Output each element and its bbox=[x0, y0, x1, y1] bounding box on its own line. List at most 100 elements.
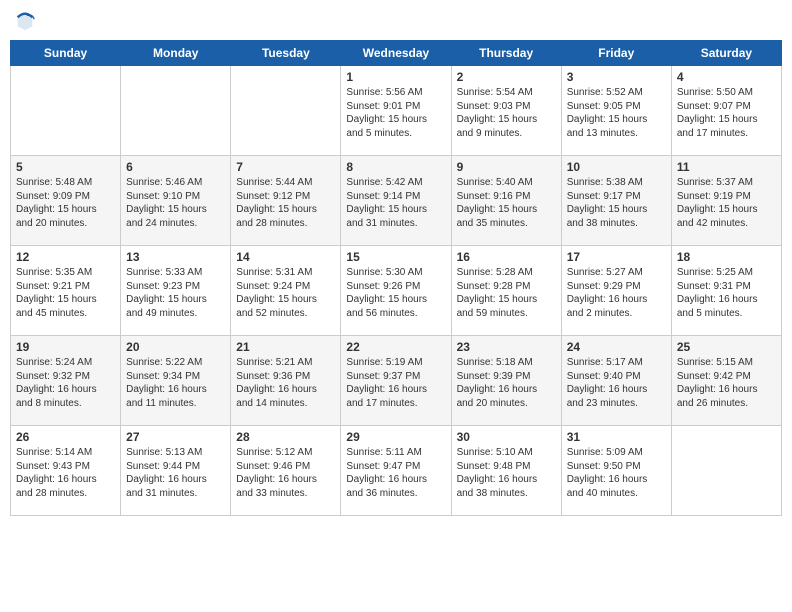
calendar-cell: 28Sunrise: 5:12 AM Sunset: 9:46 PM Dayli… bbox=[231, 426, 341, 516]
day-info: Sunrise: 5:33 AM Sunset: 9:23 PM Dayligh… bbox=[126, 266, 225, 320]
day-number: 6 bbox=[126, 160, 225, 174]
day-info: Sunrise: 5:37 AM Sunset: 9:19 PM Dayligh… bbox=[677, 176, 776, 230]
day-number: 23 bbox=[457, 340, 556, 354]
day-number: 1 bbox=[346, 70, 445, 84]
day-number: 7 bbox=[236, 160, 335, 174]
calendar-cell: 3Sunrise: 5:52 AM Sunset: 9:05 PM Daylig… bbox=[561, 66, 671, 156]
calendar-cell: 16Sunrise: 5:28 AM Sunset: 9:28 PM Dayli… bbox=[451, 246, 561, 336]
day-info: Sunrise: 5:56 AM Sunset: 9:01 PM Dayligh… bbox=[346, 86, 445, 140]
day-number: 9 bbox=[457, 160, 556, 174]
calendar-cell: 2 Sunrise: 5:54 AM Sunset: 9:03 PM Daylig… bbox=[451, 66, 561, 156]
day-number: 26 bbox=[16, 430, 115, 444]
day-info: Sunrise: 5:30 AM Sunset: 9:26 PM Dayligh… bbox=[346, 266, 445, 320]
page-header bbox=[10, 10, 782, 32]
calendar-cell: 7Sunrise: 5:44 AM Sunset: 9:12 PM Daylig… bbox=[231, 156, 341, 246]
day-header-saturday: Saturday bbox=[671, 41, 781, 66]
calendar-cell: 22Sunrise: 5:19 AM Sunset: 9:37 PM Dayli… bbox=[341, 336, 451, 426]
day-info: Sunrise: 5:27 AM Sunset: 9:29 PM Dayligh… bbox=[567, 266, 666, 320]
day-info: Sunrise: 5:40 AM Sunset: 9:16 PM Dayligh… bbox=[457, 176, 556, 230]
day-number: 27 bbox=[126, 430, 225, 444]
day-info: Sunrise: 5:22 AM Sunset: 9:34 PM Dayligh… bbox=[126, 356, 225, 410]
day-number: 30 bbox=[457, 430, 556, 444]
day-number: 20 bbox=[126, 340, 225, 354]
day-number: 5 bbox=[16, 160, 115, 174]
calendar-week-1: 1 Sunrise: 5:56 AM Sunset: 9:01 PM Daylig… bbox=[11, 66, 782, 156]
day-number: 14 bbox=[236, 250, 335, 264]
calendar-cell: 17 Sunrise: 5:27 AM Sunset: 9:29 PM Dayli… bbox=[561, 246, 671, 336]
day-info: Sunrise: 5:42 AM Sunset: 9:14 PM Dayligh… bbox=[346, 176, 445, 230]
day-header-friday: Friday bbox=[561, 41, 671, 66]
calendar-cell: 9 Sunrise: 5:40 AM Sunset: 9:16 PM Daylig… bbox=[451, 156, 561, 246]
day-number: 31 bbox=[567, 430, 666, 444]
day-number: 8 bbox=[346, 160, 445, 174]
calendar-body: 1 Sunrise: 5:56 AM Sunset: 9:01 PM Daylig… bbox=[11, 66, 782, 516]
calendar-cell bbox=[121, 66, 231, 156]
day-info: Sunrise: 5:19 AM Sunset: 9:37 PM Dayligh… bbox=[346, 356, 445, 410]
logo-icon bbox=[14, 10, 36, 32]
day-number: 11 bbox=[677, 160, 776, 174]
calendar-cell: 24 Sunrise: 5:17 AM Sunset: 9:40 PM Dayli… bbox=[561, 336, 671, 426]
day-number: 3 bbox=[567, 70, 666, 84]
day-info: Sunrise: 5:14 AM Sunset: 9:43 PM Dayligh… bbox=[16, 446, 115, 500]
calendar-cell: 20 Sunrise: 5:22 AM Sunset: 9:34 PM Dayli… bbox=[121, 336, 231, 426]
day-info: Sunrise: 5:17 AM Sunset: 9:40 PM Dayligh… bbox=[567, 356, 666, 410]
calendar-header: SundayMondayTuesdayWednesdayThursdayFrid… bbox=[11, 41, 782, 66]
calendar-cell bbox=[11, 66, 121, 156]
calendar-cell: 27 Sunrise: 5:13 AM Sunset: 9:44 PM Dayli… bbox=[121, 426, 231, 516]
day-info: Sunrise: 5:31 AM Sunset: 9:24 PM Dayligh… bbox=[236, 266, 335, 320]
day-number: 17 bbox=[567, 250, 666, 264]
day-header-tuesday: Tuesday bbox=[231, 41, 341, 66]
logo bbox=[14, 10, 40, 32]
day-info: Sunrise: 5:25 AM Sunset: 9:31 PM Dayligh… bbox=[677, 266, 776, 320]
calendar-cell: 19 Sunrise: 5:24 AM Sunset: 9:32 PM Dayli… bbox=[11, 336, 121, 426]
calendar-cell: 18 Sunrise: 5:25 AM Sunset: 9:31 PM Dayli… bbox=[671, 246, 781, 336]
day-info: Sunrise: 5:18 AM Sunset: 9:39 PM Dayligh… bbox=[457, 356, 556, 410]
calendar-cell: 13Sunrise: 5:33 AM Sunset: 9:23 PM Dayli… bbox=[121, 246, 231, 336]
day-info: Sunrise: 5:50 AM Sunset: 9:07 PM Dayligh… bbox=[677, 86, 776, 140]
calendar-cell: 11 Sunrise: 5:37 AM Sunset: 9:19 PM Dayli… bbox=[671, 156, 781, 246]
calendar-cell: 8 Sunrise: 5:42 AM Sunset: 9:14 PM Daylig… bbox=[341, 156, 451, 246]
day-info: Sunrise: 5:15 AM Sunset: 9:42 PM Dayligh… bbox=[677, 356, 776, 410]
calendar-cell: 5 Sunrise: 5:48 AM Sunset: 9:09 PM Daylig… bbox=[11, 156, 121, 246]
calendar-cell bbox=[231, 66, 341, 156]
calendar-cell: 29 Sunrise: 5:11 AM Sunset: 9:47 PM Dayli… bbox=[341, 426, 451, 516]
day-info: Sunrise: 5:35 AM Sunset: 9:21 PM Dayligh… bbox=[16, 266, 115, 320]
day-number: 12 bbox=[16, 250, 115, 264]
calendar-cell: 10Sunrise: 5:38 AM Sunset: 9:17 PM Dayli… bbox=[561, 156, 671, 246]
calendar-cell: 25Sunrise: 5:15 AM Sunset: 9:42 PM Dayli… bbox=[671, 336, 781, 426]
day-number: 21 bbox=[236, 340, 335, 354]
day-info: Sunrise: 5:24 AM Sunset: 9:32 PM Dayligh… bbox=[16, 356, 115, 410]
calendar-week-4: 19 Sunrise: 5:24 AM Sunset: 9:32 PM Dayli… bbox=[11, 336, 782, 426]
day-info: Sunrise: 5:38 AM Sunset: 9:17 PM Dayligh… bbox=[567, 176, 666, 230]
day-info: Sunrise: 5:48 AM Sunset: 9:09 PM Dayligh… bbox=[16, 176, 115, 230]
day-info: Sunrise: 5:13 AM Sunset: 9:44 PM Dayligh… bbox=[126, 446, 225, 500]
calendar-cell: 30Sunrise: 5:10 AM Sunset: 9:48 PM Dayli… bbox=[451, 426, 561, 516]
day-number: 19 bbox=[16, 340, 115, 354]
calendar-table: SundayMondayTuesdayWednesdayThursdayFrid… bbox=[10, 40, 782, 516]
calendar-cell: 6Sunrise: 5:46 AM Sunset: 9:10 PM Daylig… bbox=[121, 156, 231, 246]
day-number: 15 bbox=[346, 250, 445, 264]
day-header-thursday: Thursday bbox=[451, 41, 561, 66]
day-info: Sunrise: 5:28 AM Sunset: 9:28 PM Dayligh… bbox=[457, 266, 556, 320]
calendar-cell: 23 Sunrise: 5:18 AM Sunset: 9:39 PM Dayli… bbox=[451, 336, 561, 426]
day-info: Sunrise: 5:54 AM Sunset: 9:03 PM Dayligh… bbox=[457, 86, 556, 140]
day-header-sunday: Sunday bbox=[11, 41, 121, 66]
calendar-cell bbox=[671, 426, 781, 516]
day-number: 18 bbox=[677, 250, 776, 264]
calendar-cell: 4Sunrise: 5:50 AM Sunset: 9:07 PM Daylig… bbox=[671, 66, 781, 156]
day-header-monday: Monday bbox=[121, 41, 231, 66]
calendar-cell: 14 Sunrise: 5:31 AM Sunset: 9:24 PM Dayli… bbox=[231, 246, 341, 336]
calendar-cell: 1 Sunrise: 5:56 AM Sunset: 9:01 PM Daylig… bbox=[341, 66, 451, 156]
day-info: Sunrise: 5:21 AM Sunset: 9:36 PM Dayligh… bbox=[236, 356, 335, 410]
day-number: 24 bbox=[567, 340, 666, 354]
day-info: Sunrise: 5:11 AM Sunset: 9:47 PM Dayligh… bbox=[346, 446, 445, 500]
calendar-week-5: 26 Sunrise: 5:14 AM Sunset: 9:43 PM Dayli… bbox=[11, 426, 782, 516]
calendar-week-3: 12 Sunrise: 5:35 AM Sunset: 9:21 PM Dayli… bbox=[11, 246, 782, 336]
calendar-week-2: 5 Sunrise: 5:48 AM Sunset: 9:09 PM Daylig… bbox=[11, 156, 782, 246]
day-number: 29 bbox=[346, 430, 445, 444]
day-header-wednesday: Wednesday bbox=[341, 41, 451, 66]
header-row: SundayMondayTuesdayWednesdayThursdayFrid… bbox=[11, 41, 782, 66]
day-number: 28 bbox=[236, 430, 335, 444]
calendar-cell: 31Sunrise: 5:09 AM Sunset: 9:50 PM Dayli… bbox=[561, 426, 671, 516]
day-number: 2 bbox=[457, 70, 556, 84]
